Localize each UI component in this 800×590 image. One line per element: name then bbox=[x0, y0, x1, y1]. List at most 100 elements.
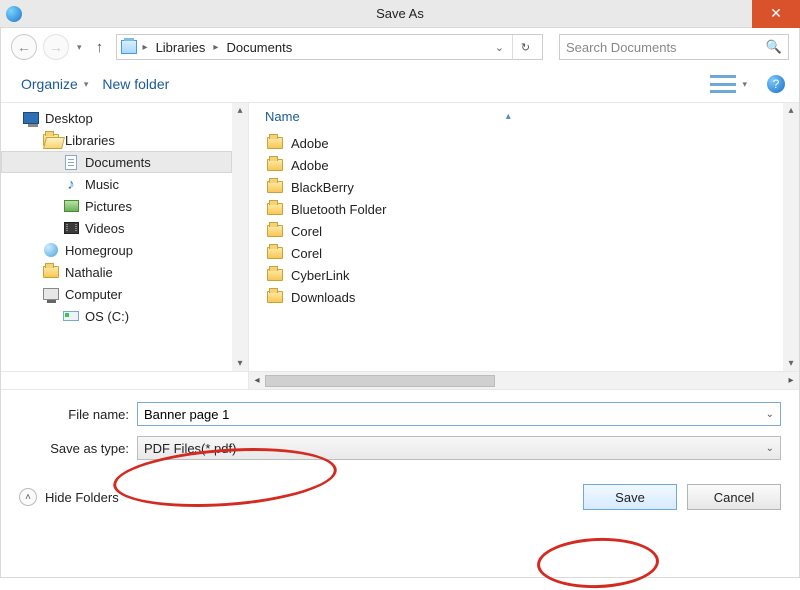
scroll-up-icon: ▴ bbox=[788, 105, 793, 116]
organize-menu[interactable]: Organize ▾ bbox=[15, 73, 96, 95]
homegroup-icon bbox=[43, 242, 59, 258]
videos-icon bbox=[63, 220, 79, 236]
titlebar: Save As ✕ bbox=[0, 0, 800, 28]
libraries-icon bbox=[43, 132, 59, 148]
toolbar: Organize ▾ New folder ▾ ? bbox=[1, 66, 799, 102]
folder-icon bbox=[267, 267, 283, 283]
chevron-down-icon: ▾ bbox=[740, 79, 749, 90]
tree-desktop[interactable]: Desktop bbox=[1, 107, 248, 129]
library-icon bbox=[121, 39, 137, 55]
breadcrumb-libraries[interactable]: Libraries bbox=[154, 40, 208, 55]
search-input[interactable]: Search Documents 🔍 bbox=[559, 34, 789, 60]
refresh-icon: ↻ bbox=[521, 41, 530, 54]
tree-homegroup[interactable]: Homegroup bbox=[1, 239, 248, 261]
search-icon: 🔍 bbox=[766, 39, 782, 55]
annotation-save bbox=[536, 536, 660, 590]
tree-label: Music bbox=[85, 177, 119, 192]
list-item[interactable]: Downloads bbox=[263, 286, 799, 308]
tree-documents[interactable]: Documents bbox=[1, 151, 232, 173]
list-item-label: Downloads bbox=[291, 290, 355, 305]
folder-icon bbox=[267, 135, 283, 151]
view-icon bbox=[710, 75, 736, 93]
new-folder-button[interactable]: New folder bbox=[96, 73, 175, 95]
tree-label: Pictures bbox=[85, 199, 132, 214]
tree-pictures[interactable]: Pictures bbox=[1, 195, 248, 217]
back-button[interactable]: ← bbox=[11, 34, 37, 60]
save-button[interactable]: Save bbox=[583, 484, 677, 510]
desktop-icon bbox=[23, 110, 39, 126]
search-placeholder: Search Documents bbox=[566, 40, 677, 55]
tree-label: OS (C:) bbox=[85, 309, 129, 324]
window-title: Save As bbox=[0, 6, 800, 21]
address-bar[interactable]: ▸ Libraries ▸ Documents ⌄ ↻ bbox=[116, 34, 543, 60]
computer-icon bbox=[43, 286, 59, 302]
tree-label: Desktop bbox=[45, 111, 93, 126]
list-item-label: BlackBerry bbox=[291, 180, 354, 195]
chevron-down-icon[interactable]: ⌄ bbox=[766, 443, 774, 454]
filename-input[interactable]: Banner page 1 ⌄ bbox=[137, 402, 781, 426]
scroll-down-icon: ▾ bbox=[788, 358, 793, 369]
panes: Desktop Libraries Documents ♪ Music Pictu… bbox=[1, 102, 799, 372]
filename-value: Banner page 1 bbox=[144, 407, 229, 422]
help-button[interactable]: ? bbox=[767, 75, 785, 93]
hscroll-area: ◂ ▸ bbox=[1, 372, 799, 390]
tree-videos[interactable]: Videos bbox=[1, 217, 248, 239]
tree-label: Libraries bbox=[65, 133, 115, 148]
button-label: Cancel bbox=[714, 490, 754, 505]
tree-scrollbar[interactable]: ▴▾ bbox=[232, 103, 248, 371]
breadcrumb-documents[interactable]: Documents bbox=[224, 40, 294, 55]
nav-bar: ← → ▾ ↑ ▸ Libraries ▸ Documents ⌄ ↻ Sear… bbox=[1, 28, 799, 66]
list-item-label: Bluetooth Folder bbox=[291, 202, 386, 217]
cancel-button[interactable]: Cancel bbox=[687, 484, 781, 510]
new-folder-label: New folder bbox=[102, 76, 169, 92]
list-item[interactable]: Corel bbox=[263, 242, 799, 264]
list-item-label: Adobe bbox=[291, 136, 329, 151]
tree-drive-c[interactable]: OS (C:) bbox=[1, 305, 248, 327]
up-button[interactable]: ↑ bbox=[90, 37, 110, 57]
file-list: Name ▴ Adobe Adobe BlackBerry Bluetooth Fol… bbox=[249, 103, 799, 371]
list-item[interactable]: Corel bbox=[263, 220, 799, 242]
nav-tree: Desktop Libraries Documents ♪ Music Pictu… bbox=[1, 103, 249, 371]
tree-music[interactable]: ♪ Music bbox=[1, 173, 248, 195]
list-item[interactable]: Adobe bbox=[263, 132, 799, 154]
list-item[interactable]: Bluetooth Folder bbox=[263, 198, 799, 220]
history-dropdown[interactable]: ▾ bbox=[75, 42, 84, 53]
hide-folders-button[interactable]: ˄ Hide Folders bbox=[19, 488, 119, 506]
chevron-down-icon[interactable]: ⌄ bbox=[495, 41, 504, 54]
list-hscrollbar[interactable]: ◂ ▸ bbox=[249, 372, 799, 389]
filename-label: File name: bbox=[19, 407, 137, 422]
scroll-thumb[interactable] bbox=[265, 375, 495, 387]
list-item[interactable]: CyberLink bbox=[263, 264, 799, 286]
list-item[interactable]: Adobe bbox=[263, 154, 799, 176]
scroll-left-icon: ◂ bbox=[249, 372, 265, 389]
view-options[interactable]: ▾ bbox=[704, 72, 755, 96]
arrow-up-icon: ↑ bbox=[96, 39, 104, 56]
column-header-name[interactable]: Name ▴ bbox=[263, 105, 799, 132]
list-scrollbar[interactable]: ▴▾ bbox=[783, 103, 799, 371]
arrow-right-icon: → bbox=[49, 39, 63, 55]
folder-icon bbox=[267, 157, 283, 173]
list-item[interactable]: BlackBerry bbox=[263, 176, 799, 198]
tree-libraries[interactable]: Libraries bbox=[1, 129, 248, 151]
arrow-left-icon: ← bbox=[17, 39, 31, 55]
tree-label: Computer bbox=[65, 287, 122, 302]
folder-icon bbox=[267, 245, 283, 261]
chevron-down-icon: ▾ bbox=[82, 79, 91, 90]
music-icon: ♪ bbox=[63, 176, 79, 192]
tree-computer[interactable]: Computer bbox=[1, 283, 248, 305]
scroll-down-icon: ▾ bbox=[237, 358, 242, 369]
folder-icon bbox=[267, 201, 283, 217]
tree-label: Homegroup bbox=[65, 243, 133, 258]
chevron-right-icon: ▸ bbox=[211, 42, 220, 53]
chevron-right-icon: ▸ bbox=[141, 42, 150, 53]
folder-icon bbox=[267, 289, 283, 305]
sort-asc-icon: ▴ bbox=[506, 111, 511, 122]
tree-user[interactable]: Nathalie bbox=[1, 261, 248, 283]
refresh-button[interactable]: ↻ bbox=[512, 35, 538, 60]
savetype-combo[interactable]: PDF Files(*.pdf) ⌄ bbox=[137, 436, 781, 460]
footer: ˄ Hide Folders Save Cancel bbox=[1, 474, 799, 520]
forward-button[interactable]: → bbox=[43, 34, 69, 60]
organize-label: Organize bbox=[21, 76, 78, 92]
chevron-down-icon[interactable]: ⌄ bbox=[766, 409, 774, 420]
chevron-up-icon: ˄ bbox=[19, 488, 37, 506]
